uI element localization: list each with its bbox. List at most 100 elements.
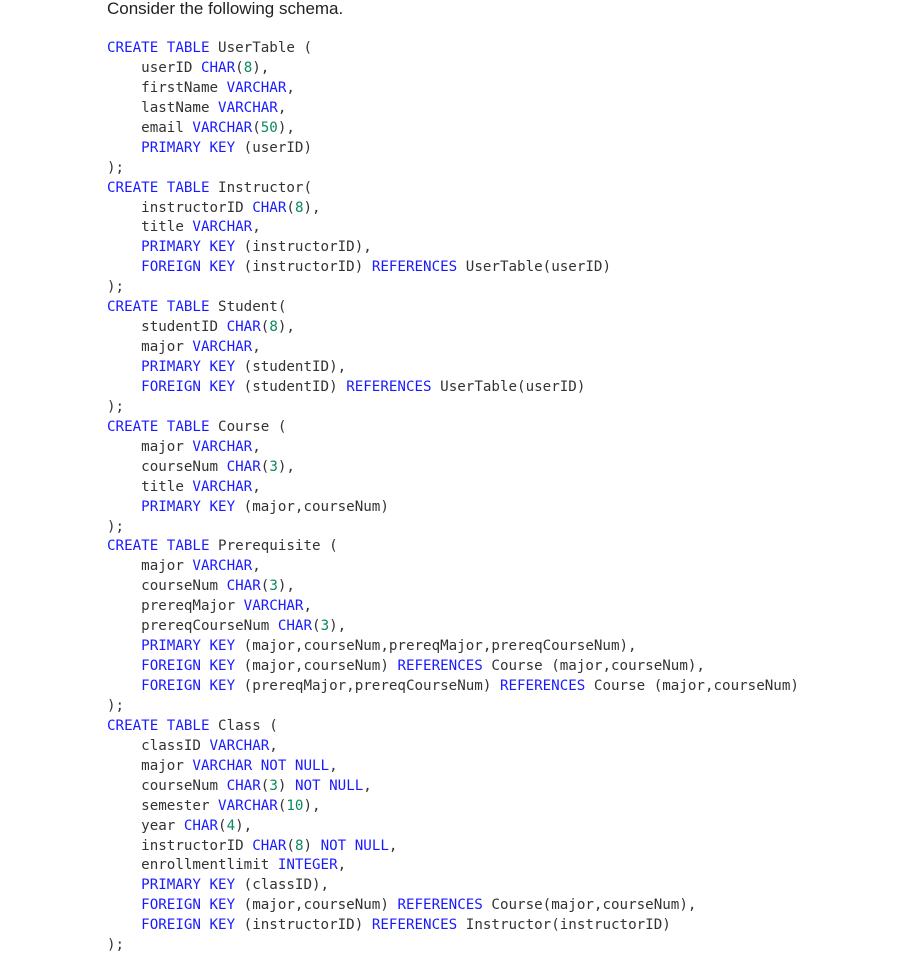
- sql-keyword: INTEGER: [277, 857, 338, 874]
- sql-text: (studentID),: [235, 359, 347, 375]
- sql-text: (instructorID): [235, 917, 372, 934]
- code-line: courseNum CHAR(3),: [107, 458, 799, 478]
- sql-keyword: FOREIGN KEY: [141, 259, 236, 276]
- sql-text: Course (major,courseNum): [585, 678, 799, 694]
- sql-text: prereqMajor: [107, 598, 244, 615]
- sql-keyword: PRIMARY KEY: [141, 139, 236, 156]
- code-line: PRIMARY KEY (studentID),: [107, 358, 799, 378]
- sql-text: (classID),: [235, 877, 330, 894]
- code-line: FOREIGN KEY (studentID) REFERENCES UserT…: [107, 378, 799, 398]
- sql-keyword: PRIMARY KEY: [141, 498, 236, 515]
- code-line: firstName VARCHAR,: [107, 79, 799, 99]
- code-line: prereqMajor VARCHAR,: [107, 597, 799, 617]
- code-line: );: [107, 398, 799, 418]
- sql-keyword: PRIMARY KEY: [141, 239, 236, 256]
- sql-text: ,: [252, 438, 261, 455]
- sql-keyword: PRIMARY KEY: [141, 359, 236, 375]
- sql-keyword: CREATE TABLE: [107, 717, 210, 734]
- sql-text: (major,courseNum): [235, 897, 398, 914]
- sql-text: ),: [329, 618, 347, 635]
- sql-keyword: REFERENCES: [371, 259, 458, 276]
- sql-keyword: CREATE TABLE: [107, 179, 210, 196]
- sql-keyword: VARCHAR: [192, 119, 253, 136]
- sql-text: firstName: [107, 79, 227, 96]
- sql-keyword: CHAR: [277, 618, 313, 635]
- sql-text: );: [107, 518, 125, 535]
- sql-text: instructorID: [107, 837, 253, 854]
- code-line: major VARCHAR NOT NULL,: [107, 757, 799, 777]
- code-line: PRIMARY KEY (instructorID),: [107, 238, 799, 258]
- code-line: classID VARCHAR,: [107, 737, 799, 757]
- code-line: CREATE TABLE UserTable (: [107, 39, 799, 59]
- sql-keyword: VARCHAR: [218, 797, 278, 814]
- code-line: CREATE TABLE Student(: [107, 298, 799, 318]
- sql-keyword: FOREIGN KEY: [141, 378, 236, 395]
- sql-keyword: VARCHAR: [243, 598, 304, 615]
- intro-text: Consider the following schema.: [107, 0, 344, 18]
- sql-text: ,: [303, 598, 313, 615]
- sql-text: lastName: [107, 99, 219, 116]
- code-line: PRIMARY KEY (major,courseNum): [107, 498, 799, 518]
- sql-text: ),: [277, 319, 295, 336]
- sql-text: (prereqMajor,prereqCourseNum): [235, 678, 500, 694]
- code-line: major VARCHAR,: [107, 557, 799, 577]
- sql-text: ),: [303, 797, 321, 814]
- sql-text: classID: [107, 737, 210, 754]
- sql-keyword: CHAR: [252, 199, 287, 216]
- sql-text: ,: [252, 478, 261, 495]
- sql-text: (: [286, 837, 295, 854]
- sql-text: major: [107, 438, 193, 455]
- sql-text: year: [107, 817, 184, 834]
- sql-text: (: [218, 817, 227, 834]
- sql-keyword: NOT NULL: [320, 837, 389, 854]
- sql-text: instructorID: [107, 199, 253, 216]
- sql-keyword: CREATE TABLE: [107, 418, 210, 435]
- sql-text: courseNum: [107, 458, 227, 475]
- code-line: CREATE TABLE Course (: [107, 418, 799, 438]
- sql-keyword: CHAR: [200, 59, 236, 76]
- sql-text: title: [107, 478, 193, 495]
- code-line: FOREIGN KEY (instructorID) REFERENCES Us…: [107, 258, 799, 278]
- sql-text: );: [107, 159, 125, 176]
- sql-keyword: VARCHAR: [192, 438, 253, 455]
- code-line: enrollmentlimit INTEGER,: [107, 856, 799, 876]
- sql-text: (major,courseNum,prereqMajor,prereqCours…: [235, 638, 637, 655]
- code-line: CREATE TABLE Prerequisite (: [107, 537, 799, 557]
- sql-text: Course (major,courseNum),: [482, 658, 705, 675]
- sql-text: ,: [363, 777, 372, 794]
- code-line: email VARCHAR(50),: [107, 119, 799, 139]
- code-line: FOREIGN KEY (major,courseNum) REFERENCES…: [107, 657, 799, 677]
- sql-text: ),: [277, 458, 295, 475]
- sql-text: studentID: [107, 319, 227, 336]
- sql-text: ,: [329, 757, 338, 774]
- sql-text: UserTable(userID): [431, 378, 586, 395]
- sql-text: ): [277, 777, 295, 794]
- sql-keyword: PRIMARY KEY: [141, 877, 236, 894]
- sql-keyword: VARCHAR: [192, 558, 253, 575]
- sql-text: (userID): [235, 139, 313, 156]
- sql-code-block: CREATE TABLE UserTable ( userID CHAR(8),…: [107, 39, 799, 956]
- sql-keyword: CREATE TABLE: [107, 40, 210, 56]
- sql-keyword: PRIMARY KEY: [141, 638, 236, 655]
- sql-text: Prerequisite (: [209, 538, 338, 555]
- sql-text: Course (: [209, 418, 287, 435]
- sql-text: (: [312, 618, 321, 635]
- sql-text: courseNum: [107, 578, 227, 595]
- sql-text: major: [107, 558, 193, 575]
- sql-number: 3: [320, 618, 330, 635]
- sql-text: ),: [252, 59, 270, 76]
- sql-text: (instructorID): [235, 259, 372, 276]
- sql-text: (instructorID),: [235, 239, 372, 256]
- sql-text: (studentID): [235, 378, 347, 395]
- sql-keyword: CHAR: [226, 458, 261, 475]
- sql-text: title: [107, 219, 193, 236]
- sql-text: ,: [252, 219, 261, 236]
- sql-keyword: CHAR: [226, 777, 261, 794]
- code-line: );: [107, 936, 799, 956]
- code-line: instructorID CHAR(8) NOT NULL,: [107, 837, 799, 857]
- sql-text: semester: [107, 797, 219, 814]
- sql-text: ,: [388, 837, 398, 854]
